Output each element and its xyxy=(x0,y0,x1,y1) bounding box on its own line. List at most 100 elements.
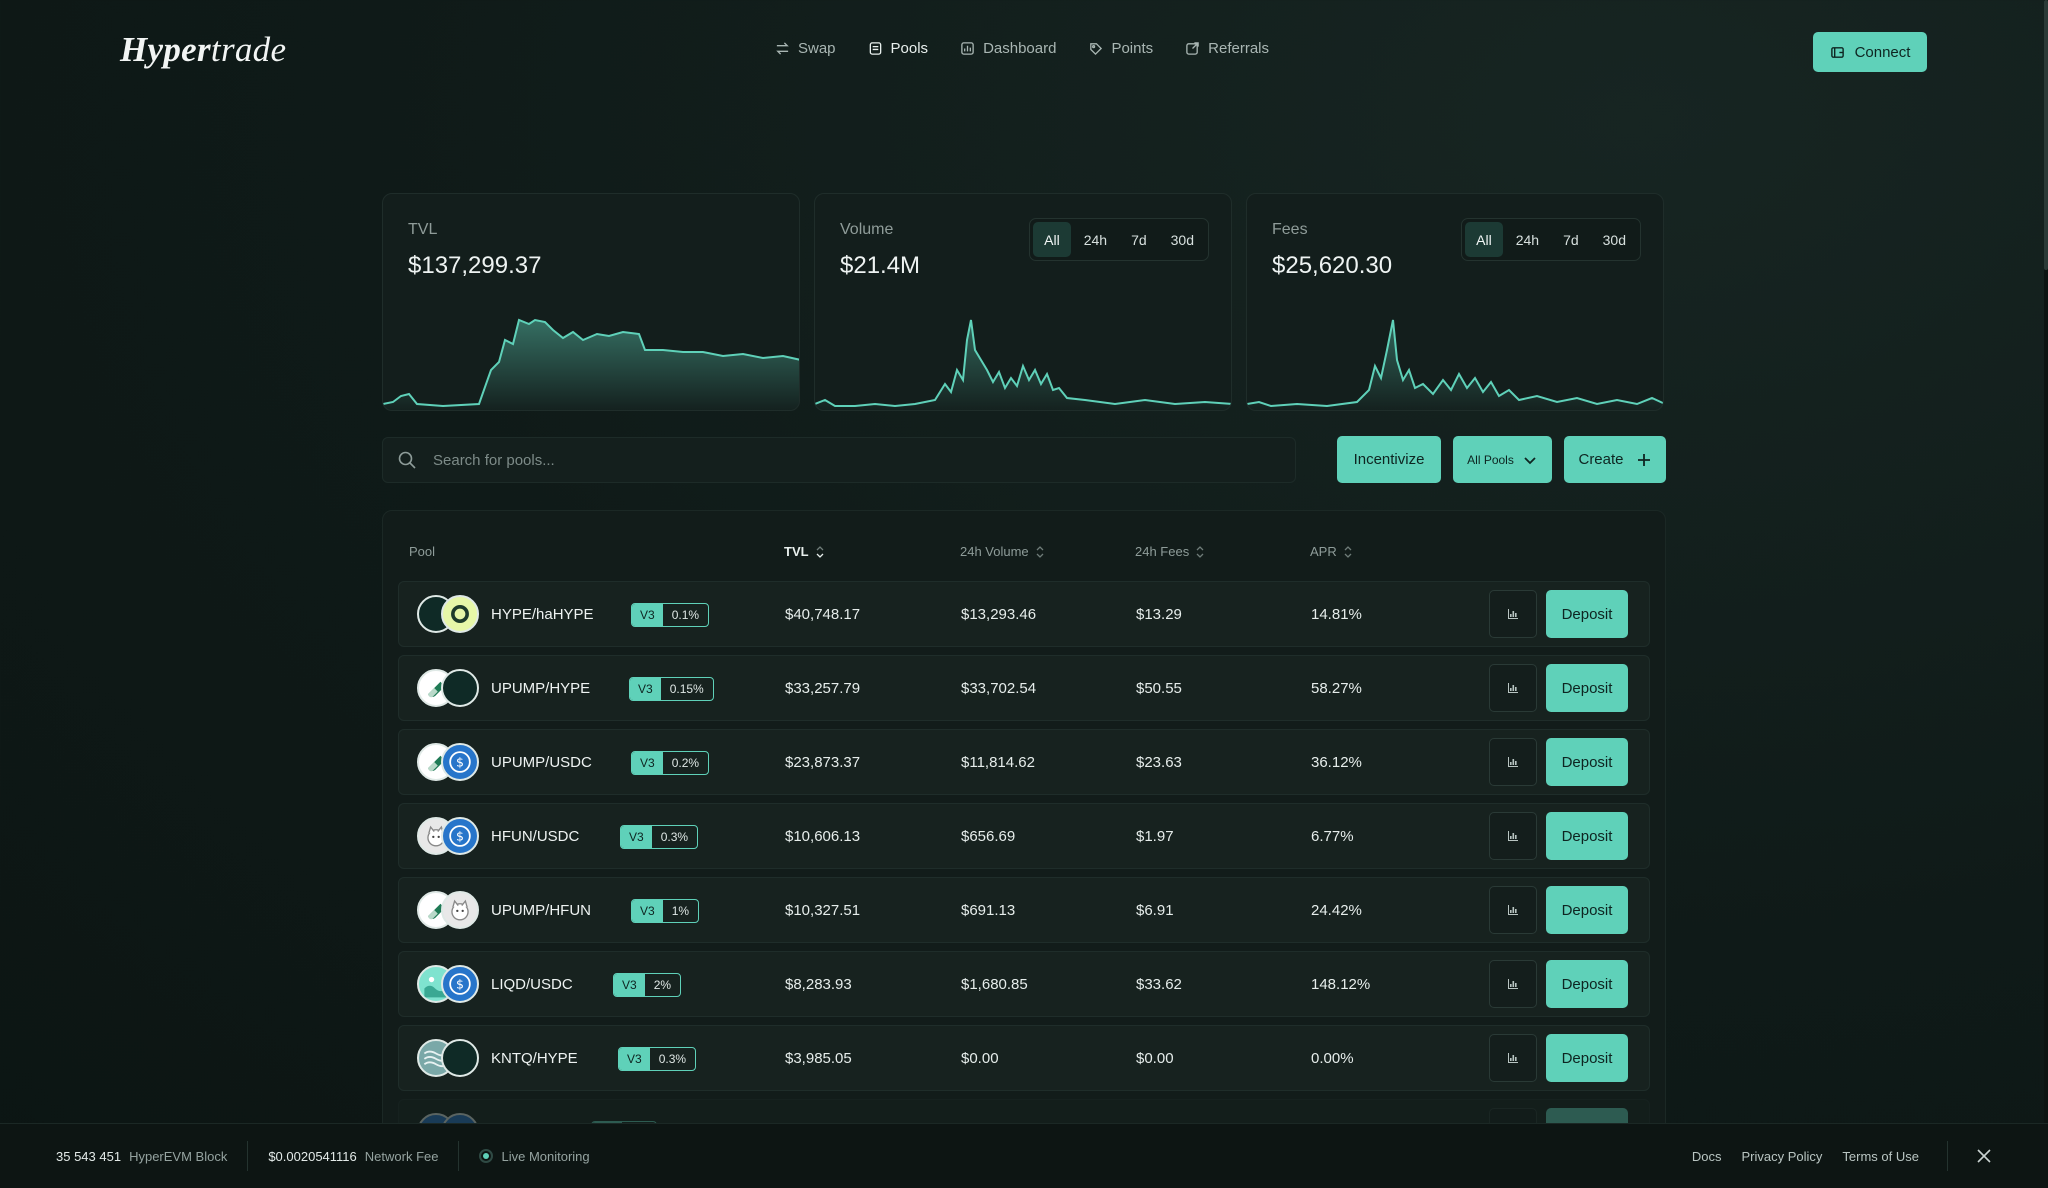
pool-pair: KNTQ/HYPE xyxy=(491,1050,578,1067)
logo-light: trade xyxy=(210,30,287,69)
table-row[interactable]: HYPE/haHYPE V3 0.1% $40,748.17 $13,293.46… xyxy=(398,581,1650,647)
deposit-button[interactable]: Deposit xyxy=(1546,590,1628,638)
volume-value: $21.4M xyxy=(840,252,921,279)
pool-chart-button[interactable] xyxy=(1489,1034,1537,1082)
fees-range-24h[interactable]: 24h xyxy=(1505,222,1550,257)
header-volume-label: 24h Volume xyxy=(960,544,1029,559)
fees-card: Fees $25,620.30 All 24h 7d 30d xyxy=(1246,193,1664,411)
pool-version-badge: V3 0.1% xyxy=(631,603,710,627)
fees-range-30d[interactable]: 30d xyxy=(1592,222,1637,257)
tvl-value: $137,299.37 xyxy=(408,252,542,279)
live-monitoring-status: Live Monitoring xyxy=(479,1149,590,1164)
token-hype-icon xyxy=(441,669,479,707)
token-usdc-icon: $ xyxy=(441,965,479,1003)
table-row[interactable]: $ UPUMP/USDC V3 0.2% $23,873.37 $11,814.6… xyxy=(398,729,1650,795)
nav-referrals-label: Referrals xyxy=(1208,40,1270,57)
volume-range-all[interactable]: All xyxy=(1033,222,1071,257)
pool-pair: UPUMP/HYPE xyxy=(491,680,591,697)
nav-points-label: Points xyxy=(1111,40,1154,57)
header-pool-label: Pool xyxy=(409,544,436,559)
deposit-button[interactable]: Deposit xyxy=(1546,886,1628,934)
table-row[interactable]: KNTQ/HYPE V3 0.3% $3,985.05 $0.00 $0.00 0… xyxy=(398,1025,1650,1091)
table-row[interactable]: $ HFUN/USDC V3 0.3% $10,606.13 $656.69 $1… xyxy=(398,803,1650,869)
pool-chart-button[interactable] xyxy=(1489,960,1537,1008)
fee-tier-label: 0.15% xyxy=(669,682,704,696)
token-hfun-icon xyxy=(441,891,479,929)
block-label: HyperEVM Block xyxy=(129,1148,228,1164)
nav-referrals[interactable]: Referrals xyxy=(1185,40,1269,57)
header-tvl-label: TVL xyxy=(784,544,809,559)
pool-chart-button[interactable] xyxy=(1489,590,1537,638)
incentivize-button[interactable]: Incentivize xyxy=(1337,436,1441,483)
apr-cell: 0.00% xyxy=(1311,1050,1354,1067)
header-pool: Pool xyxy=(409,544,435,559)
chart-icon xyxy=(1508,609,1518,619)
fees-range-7d[interactable]: 7d xyxy=(1552,222,1590,257)
header-apr[interactable]: APR xyxy=(1310,544,1353,559)
nav-swap[interactable]: Swap xyxy=(775,40,836,57)
volume-label: Volume xyxy=(840,221,894,238)
fee-tier-label: 2% xyxy=(653,978,672,992)
logo[interactable]: Hypertrade xyxy=(120,30,286,70)
pool-version-badge: V3 0.3% xyxy=(620,825,699,849)
volume-range-7d[interactable]: 7d xyxy=(1120,222,1158,257)
pool-version-badge: V3 0.2% xyxy=(631,751,710,775)
deposit-button[interactable]: Deposit xyxy=(1546,960,1628,1008)
version-label: V3 xyxy=(632,752,663,774)
fees-range-all[interactable]: All xyxy=(1465,222,1503,257)
deposit-button[interactable]: Deposit xyxy=(1546,738,1628,786)
fees-cell: $13.29 xyxy=(1136,606,1182,623)
header-tvl[interactable]: TVL xyxy=(784,544,825,559)
scrollbar-thumb[interactable] xyxy=(2044,0,2048,270)
table-row[interactable]: UPUMP/HFUN V3 1% $10,327.51 $691.13 $6.91… xyxy=(398,877,1650,943)
tvl-cell: $23,873.37 xyxy=(785,754,861,771)
nav-dashboard[interactable]: Dashboard xyxy=(960,40,1056,57)
live-status-icon xyxy=(479,1149,494,1163)
nav-pools-label: Pools xyxy=(890,40,929,57)
volume-range-24h[interactable]: 24h xyxy=(1073,222,1118,257)
x-twitter-icon[interactable] xyxy=(1976,1148,1992,1164)
deposit-button[interactable]: Deposit xyxy=(1546,812,1628,860)
pools-icon xyxy=(869,42,881,55)
apr-cell: 6.77% xyxy=(1311,828,1354,845)
terms-of-use-link[interactable]: Terms of Use xyxy=(1842,1149,1919,1164)
volume-cell: $33,702.54 xyxy=(961,680,1037,697)
deposit-button[interactable]: Deposit xyxy=(1546,1034,1628,1082)
fees-range-selector: All 24h 7d 30d xyxy=(1461,218,1641,261)
connect-button[interactable]: Connect xyxy=(1813,32,1927,72)
header-fees[interactable]: 24h Fees xyxy=(1135,544,1205,559)
header-volume[interactable]: 24h Volume xyxy=(960,544,1045,559)
scrollbar-track[interactable] xyxy=(2044,0,2048,1188)
fee-tier-label: 0.3% xyxy=(658,1052,687,1066)
pool-chart-button[interactable] xyxy=(1489,812,1537,860)
sort-icon xyxy=(816,545,824,558)
nav-pools[interactable]: Pools xyxy=(868,40,929,57)
deposit-button[interactable]: Deposit xyxy=(1546,664,1628,712)
header-fees-label: 24h Fees xyxy=(1135,544,1190,559)
docs-link[interactable]: Docs xyxy=(1692,1149,1722,1164)
fees-label: Fees xyxy=(1272,221,1308,238)
volume-cell: $0.00 xyxy=(961,1050,999,1067)
apr-cell: 36.12% xyxy=(1311,754,1362,771)
header-apr-label: APR xyxy=(1310,544,1337,559)
pool-chart-button[interactable] xyxy=(1489,664,1537,712)
swap-icon xyxy=(776,42,789,55)
status-footer: 35 543 451 HyperEVM Block $0.0020541116 … xyxy=(0,1123,2048,1188)
table-row[interactable]: UPUMP/HYPE V3 0.15% $33,257.79 $33,702.54… xyxy=(398,655,1650,721)
search-icon xyxy=(398,451,416,469)
pool-filter-dropdown[interactable]: All Pools xyxy=(1453,436,1552,483)
search-input[interactable] xyxy=(433,451,1233,469)
version-label: V3 xyxy=(630,678,661,700)
incentivize-label: Incentivize xyxy=(1353,451,1425,468)
table-row[interactable]: $ LIQD/USDC V3 2% $8,283.93 $1,680.85 $33… xyxy=(398,951,1650,1017)
pool-chart-button[interactable] xyxy=(1489,886,1537,934)
version-label: V3 xyxy=(621,826,652,848)
privacy-policy-link[interactable]: Privacy Policy xyxy=(1742,1149,1823,1164)
tvl-card: TVL $137,299.37 xyxy=(382,193,800,411)
pool-version-badge: V3 0.15% xyxy=(629,677,714,701)
nav-points[interactable]: Points xyxy=(1088,40,1153,57)
create-pool-button[interactable]: Create xyxy=(1564,436,1666,483)
pool-chart-button[interactable] xyxy=(1489,738,1537,786)
pool-pair: UPUMP/USDC xyxy=(491,754,592,771)
volume-range-30d[interactable]: 30d xyxy=(1160,222,1205,257)
